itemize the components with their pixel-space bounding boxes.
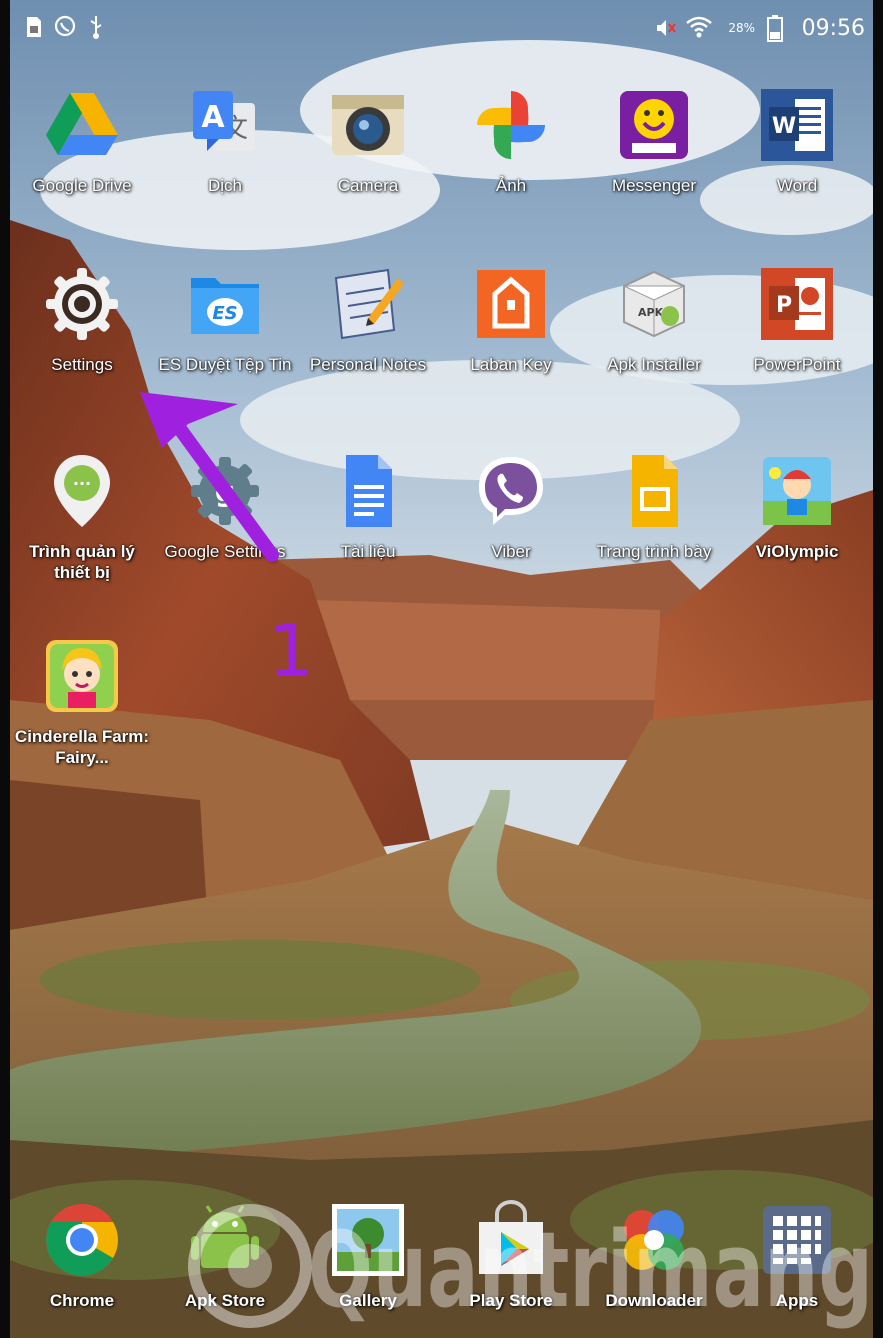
app-laban-key[interactable]: Laban Key (441, 264, 581, 375)
dock-label: Play Store (469, 1291, 553, 1310)
app-translate[interactable]: 文A Dịch (155, 85, 295, 196)
personal-notes-icon (334, 268, 404, 340)
whatsapp-icon (54, 15, 76, 37)
cinderella-farm-icon (46, 640, 118, 712)
svg-text:P: P (776, 293, 792, 318)
home-screen: 28% 09:56 Google Drive 文A Dịch Camera Ản… (0, 0, 883, 1338)
app-label: Trang trình bày (596, 542, 712, 561)
play-store-icon (479, 1200, 543, 1274)
app-label: Laban Key (470, 355, 552, 374)
wifi-icon (686, 16, 712, 38)
app-powerpoint[interactable]: P PowerPoint (727, 264, 867, 375)
dock-chrome[interactable]: Chrome (12, 1200, 152, 1311)
app-messenger[interactable]: Messenger (584, 85, 724, 196)
dock-downloader[interactable]: Downloader (584, 1200, 724, 1311)
dock-play-store[interactable]: Play Store (441, 1200, 581, 1311)
dock-apps[interactable]: Apps (727, 1200, 867, 1311)
dock-label: Downloader (605, 1291, 703, 1310)
apps-grid-icon (763, 1206, 831, 1274)
app-label: Camera (337, 176, 399, 195)
app-label: Trình quản lý thiết bị (29, 542, 135, 582)
svg-text:g: g (215, 475, 235, 508)
photos-icon (477, 91, 545, 159)
app-settings[interactable]: Settings (12, 264, 152, 375)
app-apk-installer[interactable]: APK Apk Installer (584, 264, 724, 375)
status-bar: 28% 09:56 (10, 8, 873, 52)
powerpoint-icon: P (761, 268, 833, 340)
google-settings-icon: g (191, 457, 259, 525)
device-manager-icon: ··· (54, 455, 110, 527)
app-label: PowerPoint (753, 355, 841, 374)
app-google-drive[interactable]: Google Drive (12, 85, 152, 196)
app-personal-notes[interactable]: Personal Notes (298, 264, 438, 375)
app-label: ViOlympic (755, 542, 839, 561)
app-device-manager[interactable]: ··· Trình quản lý thiết bị (12, 451, 152, 583)
laban-key-icon (477, 270, 545, 338)
gallery-icon (332, 1204, 404, 1276)
app-google-slides[interactable]: Trang trình bày (584, 451, 724, 562)
battery-percent: 28% (728, 21, 755, 35)
yahoo-messenger-icon (620, 91, 688, 159)
app-label: Dịch (207, 176, 242, 195)
dock-label: Chrome (49, 1291, 115, 1310)
app-label: Messenger (611, 176, 697, 195)
dock-apk-store[interactable]: Apk Store (155, 1200, 295, 1311)
device-frame-right (873, 0, 883, 1338)
app-label: Tài liệu (340, 542, 396, 561)
es-file-explorer-icon: ES (191, 278, 259, 334)
chrome-icon (46, 1204, 118, 1276)
svg-text:A: A (201, 100, 225, 135)
mute-icon (657, 20, 676, 36)
google-docs-icon (346, 455, 392, 527)
downloader-icon (624, 1210, 684, 1270)
app-label: ES Duyệt Tệp Tin (158, 355, 292, 374)
device-frame-left (0, 0, 10, 1338)
app-label: Apk Installer (607, 355, 701, 374)
dock-label: Gallery (339, 1291, 397, 1310)
violympic-icon (763, 457, 831, 525)
app-violympic[interactable]: ViOlympic (727, 451, 867, 562)
settings-gear-icon (46, 268, 118, 340)
app-camera[interactable]: Camera (298, 85, 438, 196)
app-label: Google Settings (164, 542, 286, 561)
app-label: Viber (491, 542, 531, 561)
usb-icon (90, 16, 102, 39)
battery-icon (767, 15, 783, 42)
svg-text:···: ··· (73, 474, 91, 493)
app-google-docs[interactable]: Tài liệu (298, 451, 438, 562)
dock-label: Apps (775, 1291, 819, 1310)
apk-store-icon (191, 1205, 259, 1268)
clock: 09:56 (801, 16, 865, 41)
app-word[interactable]: W Word (727, 85, 867, 196)
app-label: Word (776, 176, 818, 195)
camera-icon (332, 95, 404, 155)
dock-label: Apk Store (184, 1291, 266, 1310)
app-photos[interactable]: Ảnh (441, 85, 581, 196)
app-label: Ảnh (495, 176, 527, 195)
app-es-file-explorer[interactable]: ES ES Duyệt Tệp Tin (155, 264, 295, 375)
app-label: Cinderella Farm: Fairy... (14, 727, 150, 767)
app-viber[interactable]: Viber (441, 451, 581, 562)
svg-text:ES: ES (212, 303, 237, 324)
google-drive-icon (46, 93, 118, 155)
google-slides-icon (632, 455, 678, 527)
app-label: Google Drive (32, 176, 132, 195)
svg-text:APK: APK (638, 306, 664, 319)
app-google-settings[interactable]: g Google Settings (155, 451, 295, 562)
dock-gallery[interactable]: Gallery (298, 1200, 438, 1311)
app-cinderella-farm[interactable]: Cinderella Farm: Fairy... (12, 636, 152, 768)
sim-icon (27, 17, 41, 37)
svg-text:W: W (772, 114, 796, 139)
app-label: Personal Notes (309, 355, 427, 374)
apk-installer-icon: APK (623, 270, 685, 338)
translate-icon: 文A (193, 91, 255, 151)
app-label: Settings (51, 355, 113, 374)
viber-icon (479, 457, 543, 525)
word-icon: W (761, 89, 833, 161)
